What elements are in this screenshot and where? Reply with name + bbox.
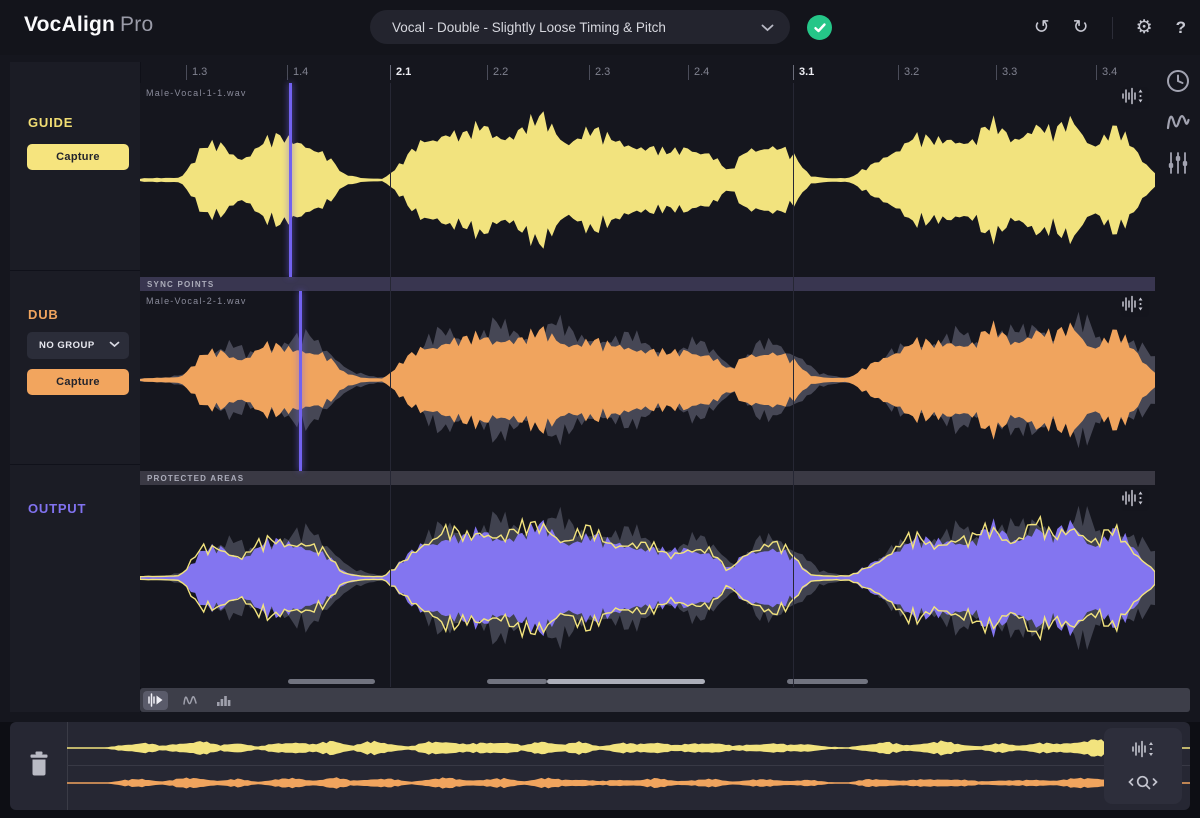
waveform-view-button[interactable] [143, 691, 168, 710]
sync-points-label: SYNC POINTS [147, 280, 214, 289]
output-section-label: OUTPUT [28, 501, 86, 516]
sidebar-divider [10, 464, 140, 465]
bar-gridline [793, 83, 794, 687]
dub-group-value: NO GROUP [39, 340, 109, 351]
dub-capture-button[interactable]: Capture [27, 369, 129, 395]
ruler-tick: 3.4 [1096, 65, 1117, 80]
song-overview-panel [10, 722, 1190, 810]
sidebar: GUIDE Capture DUB NO GROUP Capture OUTPU… [10, 62, 141, 712]
ruler-tick: 2.1 [390, 65, 411, 80]
editor-area: 1.3 1.4 2.1 2.2 2.3 2.4 3.1 3.2 3.3 3.4 Male-Voca… [140, 62, 1155, 712]
overview-waveforms[interactable] [67, 722, 1190, 810]
playhead[interactable] [289, 83, 292, 277]
sync-points-strip[interactable]: SYNC POINTS [140, 277, 1155, 291]
ruler-tick: 3.2 [898, 65, 919, 80]
waveform-zoom-icon[interactable] [1121, 295, 1149, 317]
ruler-tick: 2.3 [589, 65, 610, 80]
redo-icon[interactable]: ↻ [1073, 18, 1089, 37]
guide-waveform [140, 83, 1155, 277]
app-title: VocAlign [24, 13, 115, 36]
pitch-curve-icon[interactable] [1163, 108, 1193, 136]
dub-track[interactable]: Male-Vocal-2-1.wav [140, 291, 1155, 472]
ruler-tick: 1.4 [287, 65, 308, 80]
topbar-divider [1112, 17, 1113, 39]
guide-section-label: GUIDE [28, 115, 73, 130]
right-rail [1155, 67, 1200, 177]
app-logo: VocAlignPro [24, 13, 153, 37]
help-icon[interactable]: ? [1176, 19, 1186, 36]
main-panel: GUIDE Capture DUB NO GROUP Capture OUTPU… [0, 55, 1200, 722]
output-track[interactable] [140, 485, 1155, 687]
protected-areas-strip[interactable]: PROTECTED AREAS [140, 471, 1155, 485]
preset-label: Vocal - Double - Slightly Loose Timing &… [392, 20, 761, 35]
energy-view-button[interactable] [211, 691, 236, 710]
guide-file-label: Male-Vocal-1-1.wav [146, 88, 247, 98]
sidebar-divider [10, 270, 140, 271]
scrollbar-handle[interactable] [547, 679, 705, 684]
app-title-suffix: Pro [120, 13, 153, 36]
timeline-ruler[interactable]: 1.3 1.4 2.1 2.2 2.3 2.4 3.1 3.2 3.3 3.4 [140, 62, 1155, 84]
dub-waveform [140, 291, 1155, 471]
settings-sliders-icon[interactable] [1163, 149, 1193, 177]
waveform-zoom-icon[interactable] [1121, 489, 1149, 511]
trash-icon [27, 750, 51, 782]
preset-dropdown[interactable]: Vocal - Double - Slightly Loose Timing &… [370, 10, 790, 44]
ruler-tick: 3.3 [996, 65, 1017, 80]
ruler-tick: 1.3 [186, 65, 207, 80]
trash-button[interactable] [10, 722, 68, 810]
ruler-tick: 2.4 [688, 65, 709, 80]
ruler-tick: 3.1 [793, 65, 814, 80]
gear-icon[interactable]: ⚙ [1136, 18, 1153, 37]
dub-section-label: DUB [28, 307, 59, 322]
guide-capture-button[interactable]: Capture [27, 144, 129, 170]
scrollbar-handle[interactable] [487, 679, 547, 684]
waveform-zoom-icon[interactable] [1121, 87, 1149, 109]
bar-gridline [390, 83, 391, 687]
scrollbar-handle[interactable] [288, 679, 375, 684]
preset-applied-check-icon [807, 15, 832, 40]
scrollbar-handle[interactable] [787, 679, 868, 684]
topbar-actions: ↺ ↻ ⚙ ? [1034, 0, 1186, 55]
guide-track[interactable]: Male-Vocal-1-1.wav [140, 83, 1155, 278]
protected-areas-label: PROTECTED AREAS [147, 474, 244, 483]
fit-waveform-icon[interactable] [1123, 737, 1163, 761]
overview-controls [1104, 728, 1182, 804]
playhead[interactable] [299, 291, 302, 471]
topbar: VocAlignPro Vocal - Double - Slightly Lo… [0, 0, 1200, 55]
dub-group-select[interactable]: NO GROUP [27, 332, 129, 359]
dub-file-label: Male-Vocal-2-1.wav [146, 296, 247, 306]
history-clock-icon[interactable] [1163, 67, 1193, 95]
output-waveform [140, 485, 1155, 687]
ruler-tick: 2.2 [487, 65, 508, 80]
overview-lane-divider [67, 765, 1190, 766]
view-mode-toolbar [140, 688, 1190, 712]
chevron-down-icon [109, 340, 120, 351]
chevron-down-icon [761, 20, 774, 35]
undo-icon[interactable]: ↺ [1034, 18, 1050, 37]
pitch-view-button[interactable] [177, 691, 202, 710]
horizontal-zoom-icon[interactable] [1123, 771, 1163, 795]
